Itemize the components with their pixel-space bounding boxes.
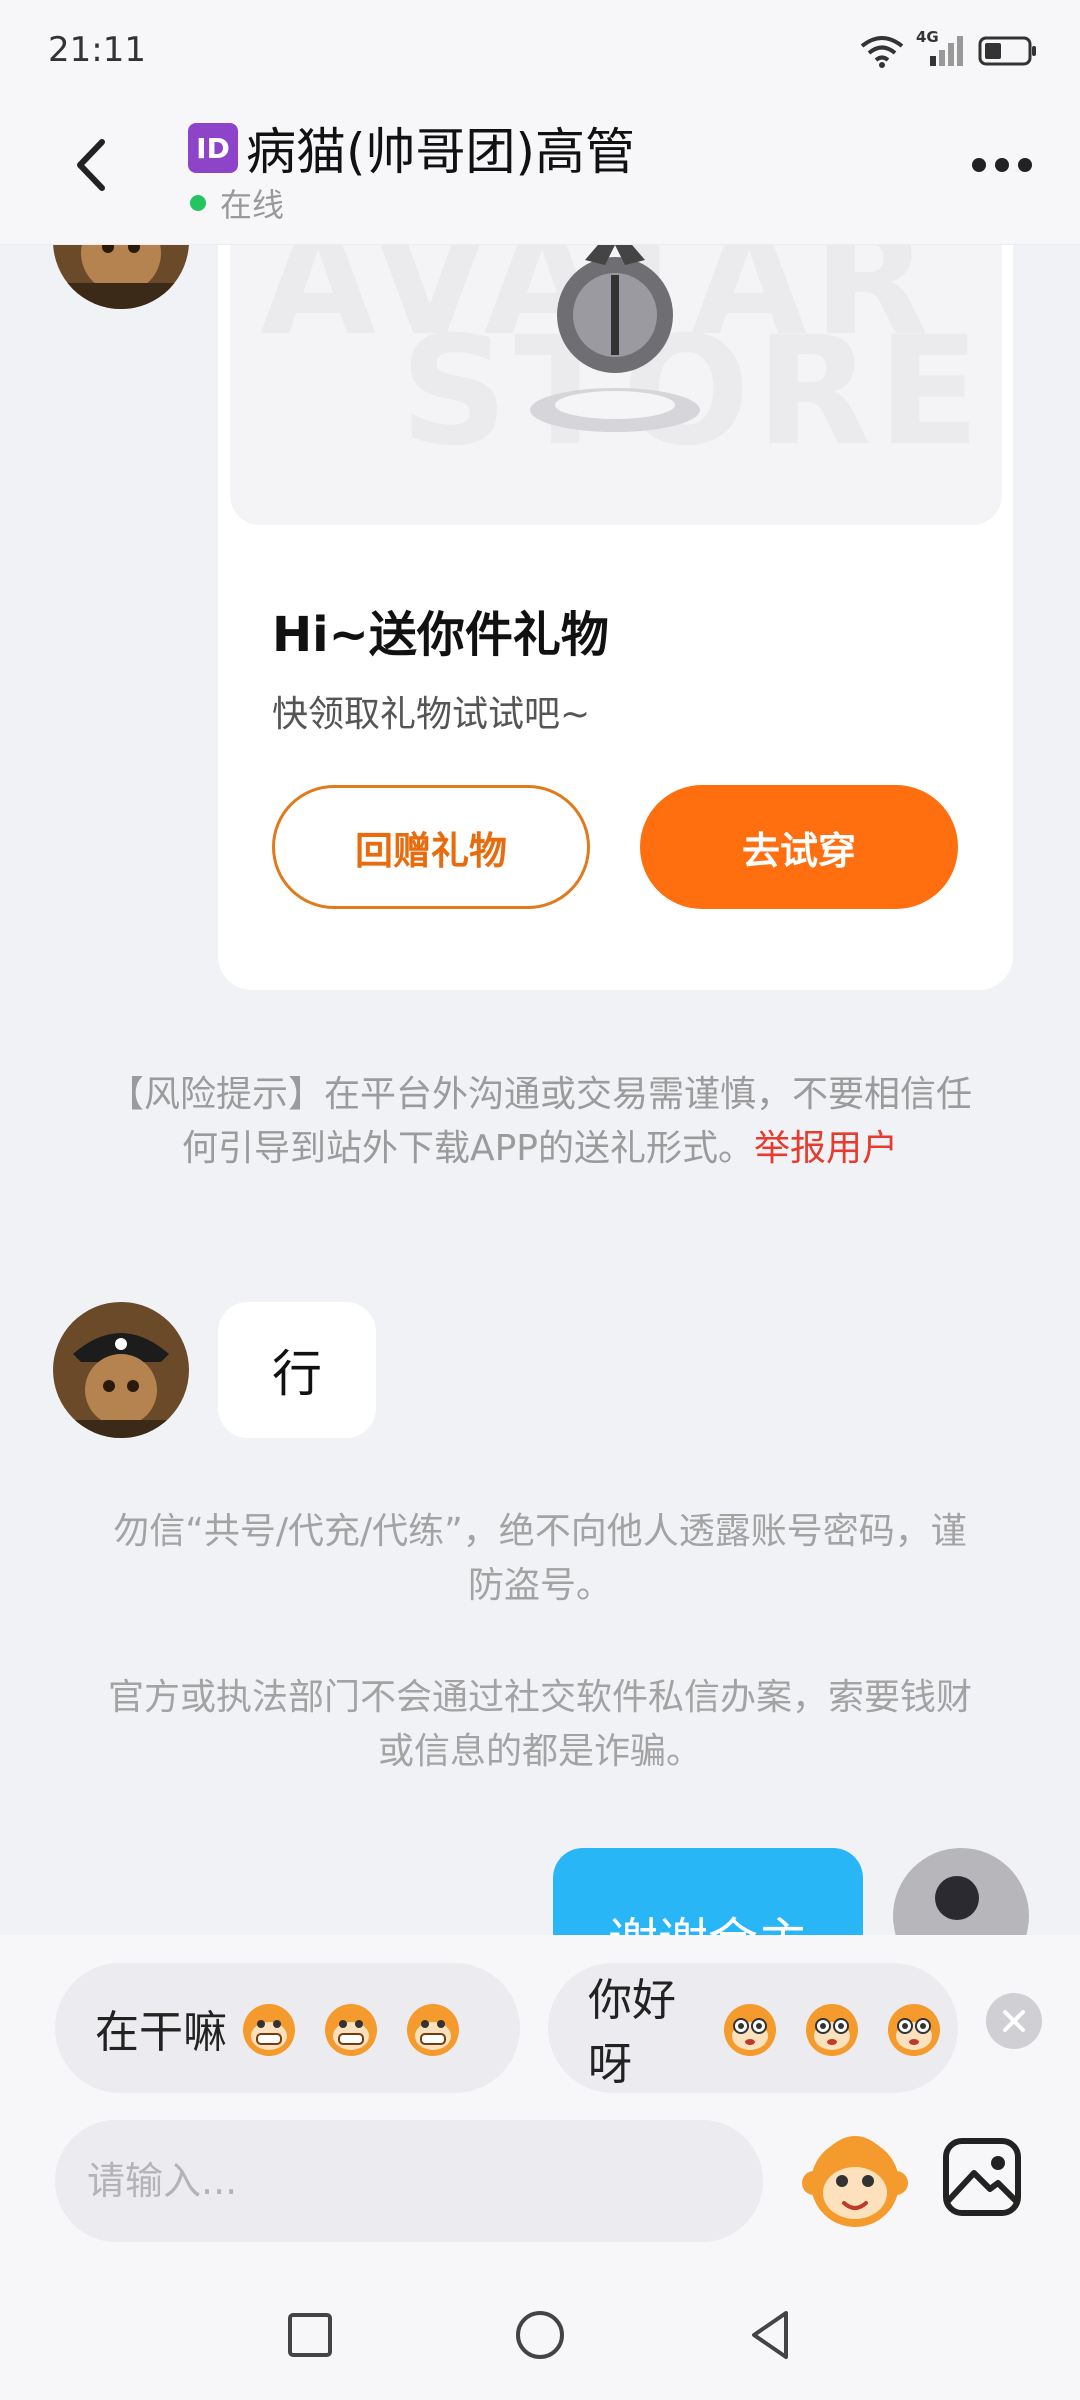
emblem-icon	[530, 245, 700, 432]
try-on-button[interactable]: 去试穿	[640, 785, 958, 909]
dot-icon	[972, 158, 986, 172]
message-input-wrapper	[55, 2120, 763, 2242]
emoji-button[interactable]	[800, 2125, 910, 2235]
message-input[interactable]	[55, 2120, 763, 2242]
user-avatar[interactable]	[893, 1848, 1029, 1935]
status-time: 21:11	[48, 30, 146, 70]
page-title: 病猫(帅哥团)高管	[246, 123, 636, 181]
monkey-face-icon	[802, 2136, 908, 2227]
message-bubble[interactable]: 谢谢金主	[553, 1848, 863, 1935]
smile-monkey-icon	[718, 1996, 958, 2060]
close-quick-replies-button[interactable]	[986, 1993, 1042, 2049]
back-nav-button[interactable]	[740, 2305, 800, 2365]
contact-avatar[interactable]	[53, 1302, 189, 1438]
status-bar: 21:11 4G	[0, 0, 1080, 100]
return-gift-button[interactable]: 回赠礼物	[272, 785, 590, 909]
battery-icon	[978, 36, 1036, 66]
square-icon	[288, 2313, 332, 2357]
quick-reply-chip[interactable]: 你好呀	[548, 1963, 958, 2093]
dot-icon	[1018, 158, 1032, 172]
message-bubble[interactable]: 行	[218, 1302, 376, 1438]
chat-title: ID 病猫(帅哥团)高管	[188, 112, 635, 184]
online-dot-icon	[190, 195, 206, 211]
quick-reply-label: 在干嘛	[95, 2007, 227, 2058]
system-notice: 勿信“共号/代充/代练”，绝不向他人透露账号密码，谨防盗号。	[113, 1511, 967, 1606]
dot-icon	[995, 158, 1009, 172]
back-button[interactable]	[58, 130, 128, 200]
contact-avatar[interactable]	[53, 245, 189, 309]
risk-notice: 【风险提示】在平台外沟通或交易需谨慎，不要相信任何引导到站外下载APP的送礼形式…	[100, 1068, 980, 1176]
gift-title: Hi~送你件礼物	[272, 607, 609, 663]
quick-reply-chip[interactable]: 在干嘛	[55, 1963, 520, 2093]
signal-icon: 4G	[916, 28, 966, 68]
chat-header: ID 病猫(帅哥团)高管 在线	[0, 100, 1080, 245]
chat-area[interactable]: AVATAR STORE Hi~送你件礼物 快领取礼物试试吧~ 回赠礼物 去试穿…	[0, 245, 1080, 1935]
circle-icon	[516, 2311, 564, 2359]
online-status-label: 在线	[220, 186, 285, 224]
home-button[interactable]	[510, 2305, 570, 2365]
image-button[interactable]	[940, 2135, 1024, 2219]
grin-monkey-icon	[237, 1996, 477, 2060]
report-user-link[interactable]: 举报用户	[754, 1128, 898, 1169]
gift-image: AVATAR STORE	[230, 245, 1002, 525]
chevron-left-icon	[77, 139, 105, 191]
gift-subtitle: 快领取礼物试试吧~	[272, 694, 591, 735]
quick-reply-label: 你好呀	[588, 1975, 676, 2090]
id-badge-icon: ID	[188, 123, 238, 173]
recents-button[interactable]	[280, 2305, 340, 2365]
status-icons: 4G	[860, 28, 1038, 68]
bottom-panel: 在干嘛 你好呀	[0, 1935, 1080, 2400]
close-icon	[1003, 2010, 1025, 2032]
wifi-icon	[860, 36, 904, 68]
system-notice: 官方或执法部门不会通过社交软件私信办案，索要钱财或信息的都是诈骗。	[107, 1677, 972, 1772]
gift-card: AVATAR STORE Hi~送你件礼物 快领取礼物试试吧~ 回赠礼物 去试穿	[218, 245, 1013, 990]
image-icon	[943, 2138, 1021, 2216]
system-nav-bar	[0, 2275, 1080, 2400]
online-status: 在线	[190, 180, 284, 226]
more-options-button[interactable]	[962, 140, 1042, 190]
triangle-back-icon	[752, 2311, 788, 2359]
